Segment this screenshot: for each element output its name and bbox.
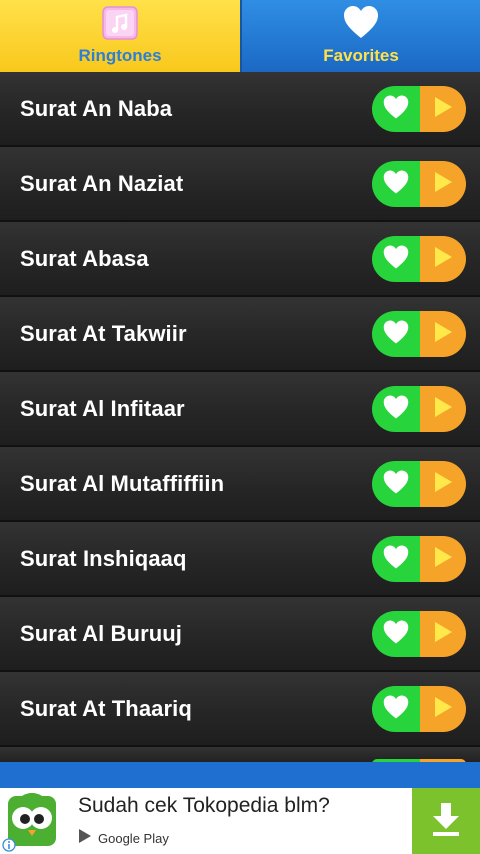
row-action-pill xyxy=(372,536,466,582)
favorite-button[interactable] xyxy=(372,236,420,282)
favorite-button[interactable] xyxy=(372,386,420,432)
favorite-button[interactable] xyxy=(372,461,420,507)
music-note-icon xyxy=(102,6,138,45)
list-item[interactable]: Surat Inshiqaaq xyxy=(0,522,480,597)
list-item[interactable]: Surat Al Mutaffiffiin xyxy=(0,447,480,522)
play-icon xyxy=(432,245,454,274)
heart-icon xyxy=(382,244,410,275)
google-play-icon xyxy=(78,828,92,849)
row-action-pill xyxy=(372,86,466,132)
ringtone-list[interactable]: Surat An Naba Surat An Naziat Surat Abas… xyxy=(0,72,480,762)
ad-store-label: Google Play xyxy=(98,831,169,846)
play-icon xyxy=(432,470,454,499)
heart-icon xyxy=(382,169,410,200)
tab-favorites-label: Favorites xyxy=(323,46,399,65)
play-icon xyxy=(432,170,454,199)
list-item[interactable]: Surat At Thaariq xyxy=(0,672,480,747)
list-item[interactable]: Surat An Naziat xyxy=(0,147,480,222)
heart-icon xyxy=(382,694,410,725)
play-button[interactable] xyxy=(420,611,466,657)
play-button[interactable] xyxy=(420,236,466,282)
play-button[interactable] xyxy=(420,536,466,582)
play-icon xyxy=(432,620,454,649)
tab-bar: Ringtones Favorites xyxy=(0,0,480,72)
row-action-pill xyxy=(372,386,466,432)
play-button[interactable] xyxy=(420,311,466,357)
favorite-button[interactable] xyxy=(372,536,420,582)
ad-banner[interactable]: Sudah cek Tokopedia blm? Google Play xyxy=(0,788,480,854)
heart-icon xyxy=(382,319,410,350)
play-button[interactable] xyxy=(420,386,466,432)
favorite-button[interactable] xyxy=(372,161,420,207)
row-action-pill xyxy=(372,686,466,732)
heart-icon xyxy=(382,544,410,575)
favorite-button[interactable] xyxy=(372,86,420,132)
list-item-title: Surat Abasa xyxy=(20,246,149,271)
banner-strip xyxy=(0,762,480,788)
tab-favorites[interactable]: Favorites xyxy=(240,0,480,72)
ad-title: Sudah cek Tokopedia blm? xyxy=(78,794,330,817)
list-item[interactable]: Surat Al Buruuj xyxy=(0,597,480,672)
ad-store: Google Play xyxy=(78,828,169,849)
favorite-button[interactable] xyxy=(372,611,420,657)
ad-info-icon[interactable] xyxy=(2,838,16,854)
tab-ringtones-label: Ringtones xyxy=(78,46,162,65)
list-item-title: Surat Al Buruuj xyxy=(20,621,183,646)
list-item[interactable]: Surat Abasa xyxy=(0,222,480,297)
row-action-pill xyxy=(372,311,466,357)
list-item-title: Surat Inshiqaaq xyxy=(20,546,187,571)
play-button[interactable] xyxy=(420,461,466,507)
play-button[interactable] xyxy=(420,86,466,132)
play-icon xyxy=(432,695,454,724)
heart-icon xyxy=(342,4,380,45)
ad-download-button[interactable] xyxy=(412,788,480,854)
row-action-pill xyxy=(372,161,466,207)
play-button[interactable] xyxy=(420,161,466,207)
heart-icon xyxy=(382,619,410,650)
list-item-title: Surat At Takwiir xyxy=(20,321,187,346)
list-item-title: Surat An Naba xyxy=(20,96,173,121)
play-icon xyxy=(432,545,454,574)
play-icon xyxy=(432,95,454,124)
list-item-title: Surat An Naziat xyxy=(20,171,184,196)
favorite-button[interactable] xyxy=(372,311,420,357)
row-action-pill xyxy=(372,236,466,282)
play-button[interactable] xyxy=(420,686,466,732)
list-item-title: Surat At Thaariq xyxy=(20,696,192,721)
download-icon xyxy=(429,801,463,842)
heart-icon xyxy=(382,94,410,125)
row-action-pill xyxy=(372,461,466,507)
list-item-title: Surat Al Mutaffiffiin xyxy=(20,471,225,496)
tab-ringtones[interactable]: Ringtones xyxy=(0,0,240,72)
list-item[interactable]: Surat An Naba xyxy=(0,72,480,147)
play-icon xyxy=(432,395,454,424)
list-item-title: Surat Al Infitaar xyxy=(20,396,185,421)
play-icon xyxy=(432,320,454,349)
row-action-pill xyxy=(372,611,466,657)
app-root: Ringtones Favorites Surat An Naba Surat … xyxy=(0,0,480,854)
list-item[interactable]: Surat At Takwiir xyxy=(0,297,480,372)
list-item[interactable]: Surat Al Infitaar xyxy=(0,372,480,447)
list-item-partial[interactable] xyxy=(0,747,480,762)
heart-icon xyxy=(382,469,410,500)
favorite-button[interactable] xyxy=(372,686,420,732)
heart-icon xyxy=(382,394,410,425)
